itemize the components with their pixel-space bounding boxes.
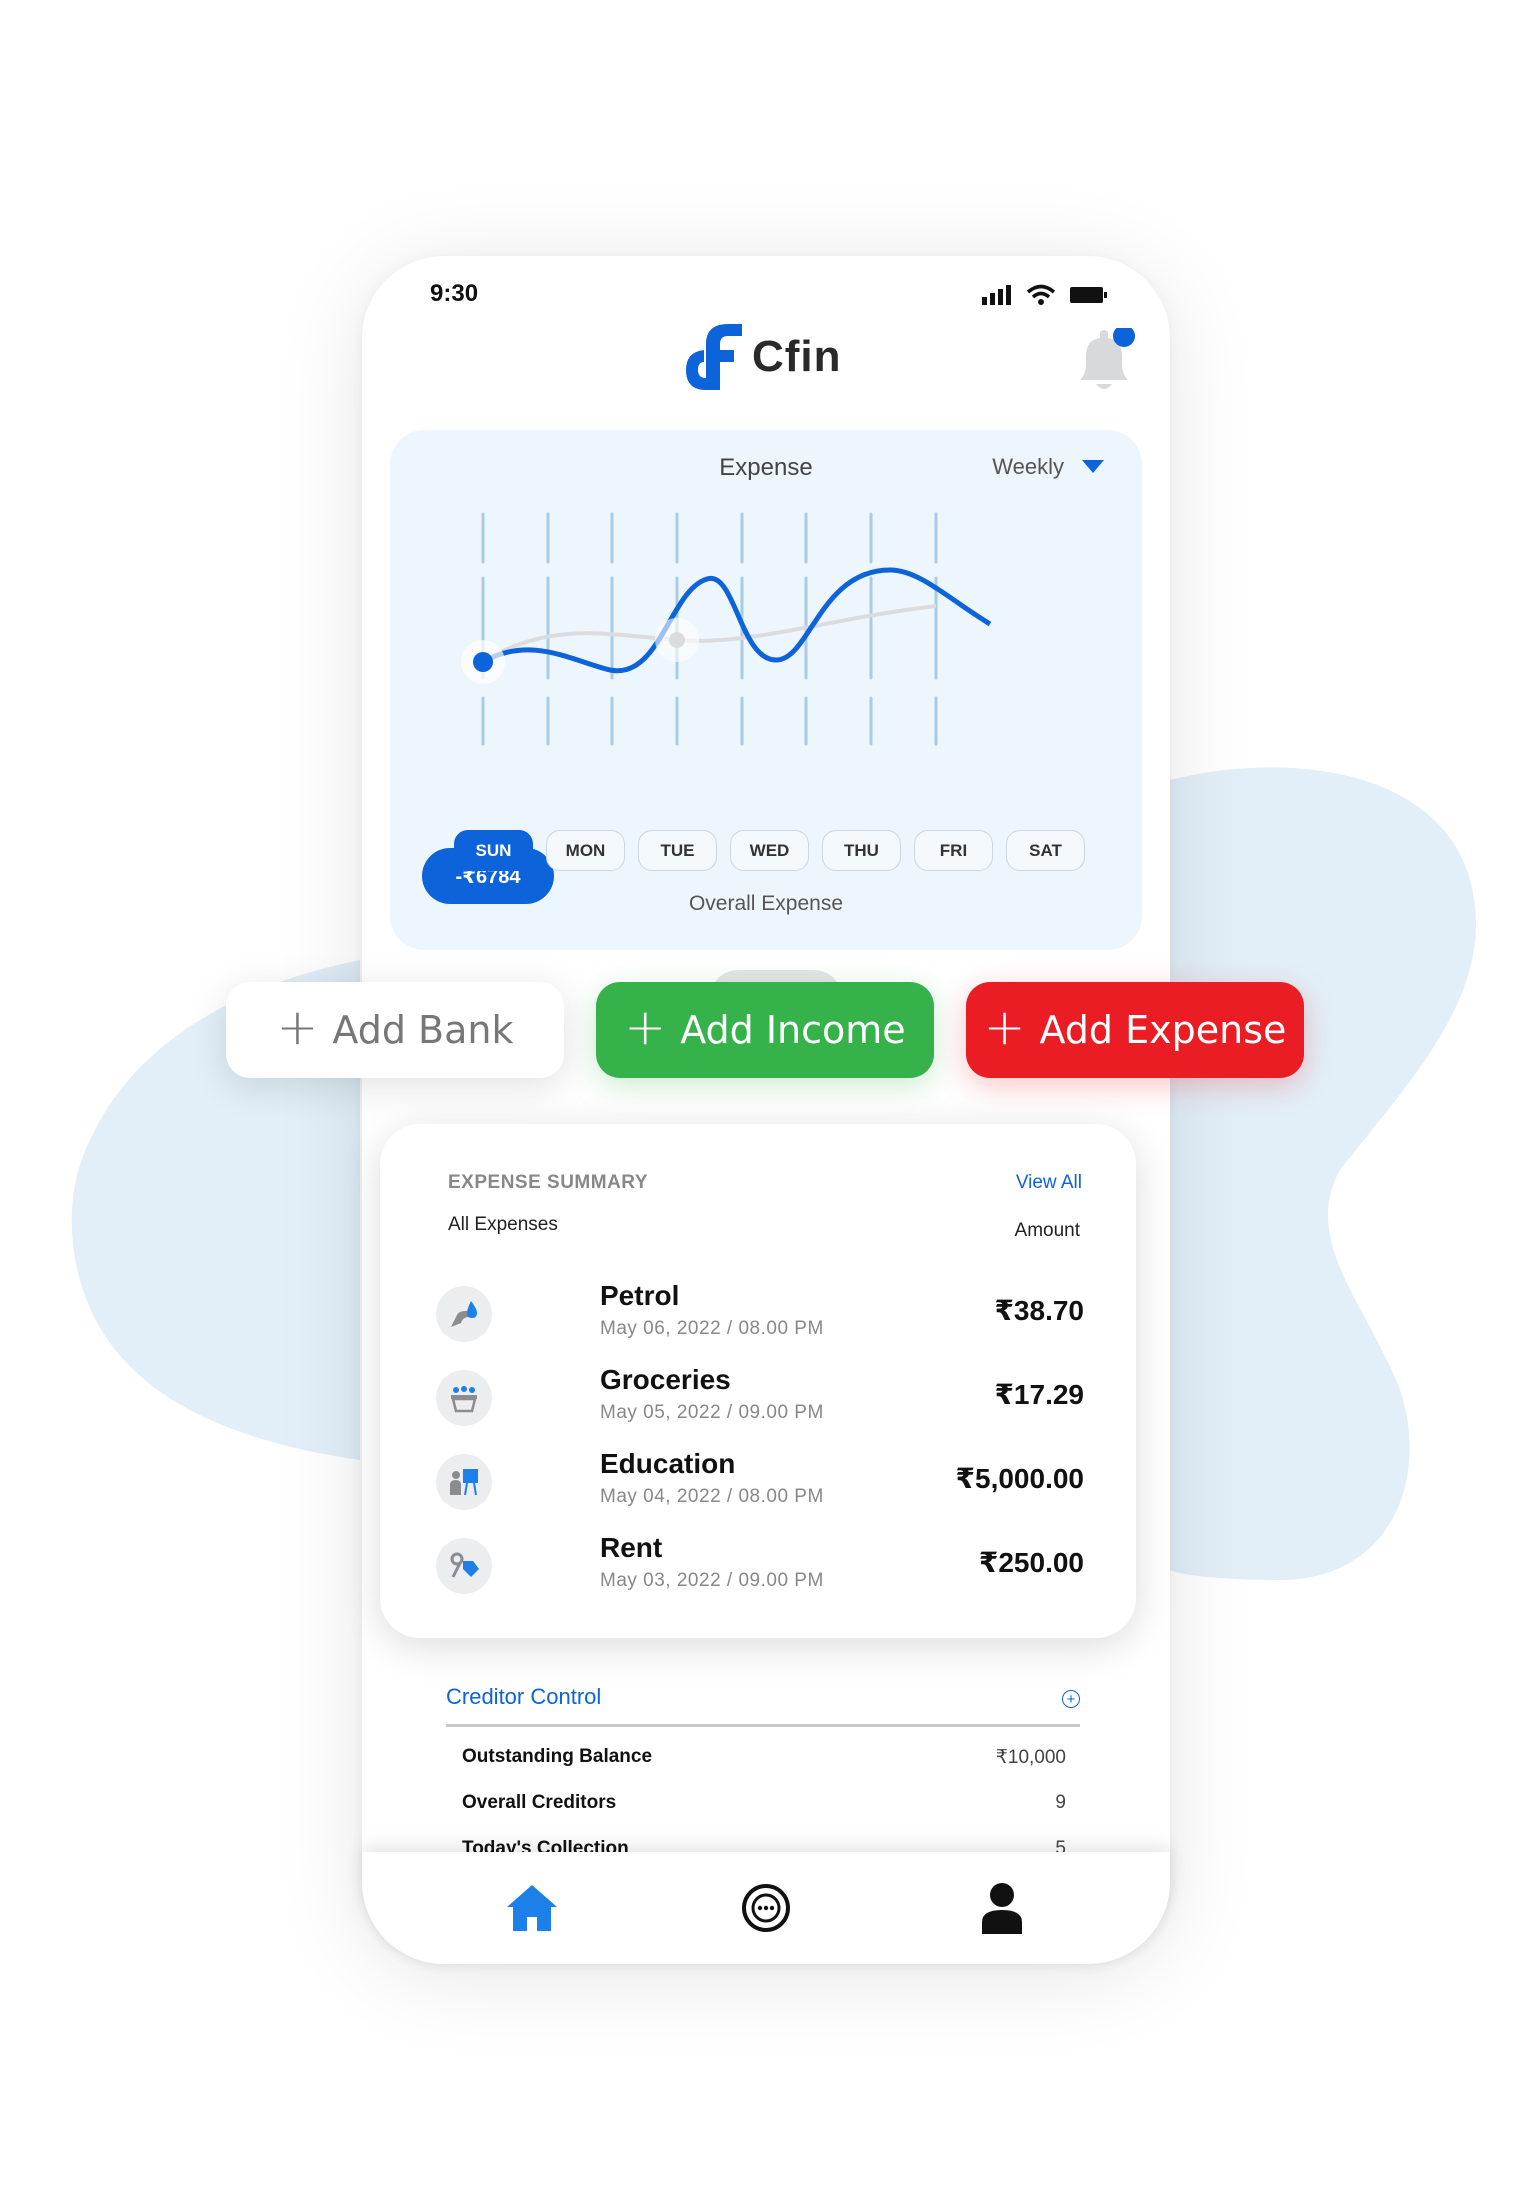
expense-date: May 05, 2022 / 09.00 PM [600, 1402, 824, 1423]
add-income-button[interactable]: + Add Income [596, 982, 934, 1078]
expense-amount: ₹250.00 [978, 1547, 1084, 1578]
summary-subheading: All Expenses [448, 1214, 558, 1235]
comparison-point[interactable] [669, 632, 685, 648]
expense-row-rent[interactable]: Rent May 03, 2022 / 09.00 PM ₹250.00 [436, 1532, 1084, 1602]
creditor-row-label: Overall Creditors [462, 1792, 617, 1813]
battery-icon [1070, 287, 1107, 303]
plus-icon: + [276, 998, 319, 1056]
bell-icon [1080, 325, 1135, 389]
add-bank-label: Add Bank [332, 1008, 514, 1052]
day-sun[interactable]: SUN [454, 830, 533, 871]
expense-date: May 04, 2022 / 08.00 PM [600, 1486, 824, 1507]
expense-line [481, 567, 992, 674]
day-wed[interactable]: WED [730, 830, 809, 871]
selected-point[interactable] [473, 652, 493, 672]
expense-row-education[interactable]: Education May 04, 2022 / 08.00 PM ₹5,000… [436, 1448, 1084, 1518]
creditor-row-value: 9 [1055, 1792, 1066, 1813]
expense-chart-card: Expense Weekly -₹6784 SUN MON TUE WED TH… [390, 430, 1142, 1026]
expense-name: Rent [600, 1532, 663, 1563]
expense-row-groceries[interactable]: Groceries May 05, 2022 / 09.00 PM ₹17.29 [436, 1364, 1084, 1434]
day-mon[interactable]: MON [546, 830, 625, 871]
grocery-basket-icon [436, 1370, 492, 1426]
creditor-row-label: Outstanding Balance [462, 1746, 653, 1767]
divider [446, 1724, 1080, 1727]
day-fri[interactable]: FRI [914, 830, 993, 871]
day-tue[interactable]: TUE [638, 830, 717, 871]
creditor-row-outstanding: Outstanding Balance ₹10,000 [462, 1746, 1066, 1768]
add-bank-button[interactable]: + Add Bank [226, 982, 564, 1078]
expense-summary-card: EXPENSE SUMMARY View All All Expenses Am… [380, 1124, 1136, 1638]
summary-heading: EXPENSE SUMMARY [448, 1172, 648, 1193]
add-expense-button[interactable]: + Add Expense [966, 982, 1304, 1078]
app-logo: Cfin [684, 320, 842, 394]
expense-date: May 06, 2022 / 08.00 PM [600, 1318, 824, 1339]
profile-icon [982, 1883, 1022, 1934]
expense-amount: ₹17.29 [994, 1379, 1084, 1410]
nav-chat[interactable] [738, 1880, 794, 1936]
logo-text: Cfin [752, 332, 842, 381]
signal-icon [982, 285, 1011, 305]
plus-icon: + [983, 998, 1026, 1056]
creditor-row-overall: Overall Creditors 9 [462, 1792, 1066, 1814]
creditor-control-title[interactable]: Creditor Control [446, 1684, 601, 1710]
expense-amount: ₹5,000.00 [955, 1463, 1084, 1494]
fuel-pump-icon [436, 1286, 492, 1342]
screen: 9:30 Cfin Expense Weekly -₹6784 SUN MON … [0, 0, 1534, 2205]
amount-column-header: Amount [1014, 1220, 1080, 1241]
creditor-row-value: ₹10,000 [995, 1747, 1066, 1768]
nav-home[interactable] [504, 1880, 560, 1936]
expense-name: Petrol [600, 1280, 680, 1311]
key-tag-icon [436, 1538, 492, 1594]
expense-name: Groceries [600, 1364, 731, 1395]
day-selector: SUN MON TUE WED THU FRI SAT [454, 830, 1085, 871]
day-sat[interactable]: SAT [1006, 830, 1085, 871]
notification-button[interactable] [1070, 325, 1142, 405]
expand-plus-icon[interactable]: + [1062, 1690, 1080, 1708]
day-thu[interactable]: THU [822, 830, 901, 871]
add-expense-label: Add Expense [1039, 1008, 1287, 1052]
wifi-icon [1026, 284, 1056, 305]
expense-name: Education [600, 1448, 736, 1479]
status-icons [982, 284, 1108, 306]
home-icon [507, 1885, 557, 1931]
teacher-board-icon [436, 1454, 492, 1510]
nav-profile[interactable] [974, 1880, 1030, 1936]
chart-footer: Overall Expense [688, 892, 844, 915]
bottom-nav [362, 1852, 1170, 1964]
expense-amount: ₹38.70 [994, 1295, 1084, 1326]
status-time: 9:30 [430, 280, 479, 307]
cfin-logo-icon [686, 324, 742, 390]
chat-icon [742, 1884, 790, 1932]
plus-icon: + [624, 998, 667, 1056]
view-all-link[interactable]: View All [1016, 1172, 1082, 1194]
expense-date: May 03, 2022 / 09.00 PM [600, 1570, 824, 1591]
expense-row-petrol[interactable]: Petrol May 06, 2022 / 08.00 PM ₹38.70 [436, 1280, 1084, 1350]
add-income-label: Add Income [680, 1008, 906, 1052]
